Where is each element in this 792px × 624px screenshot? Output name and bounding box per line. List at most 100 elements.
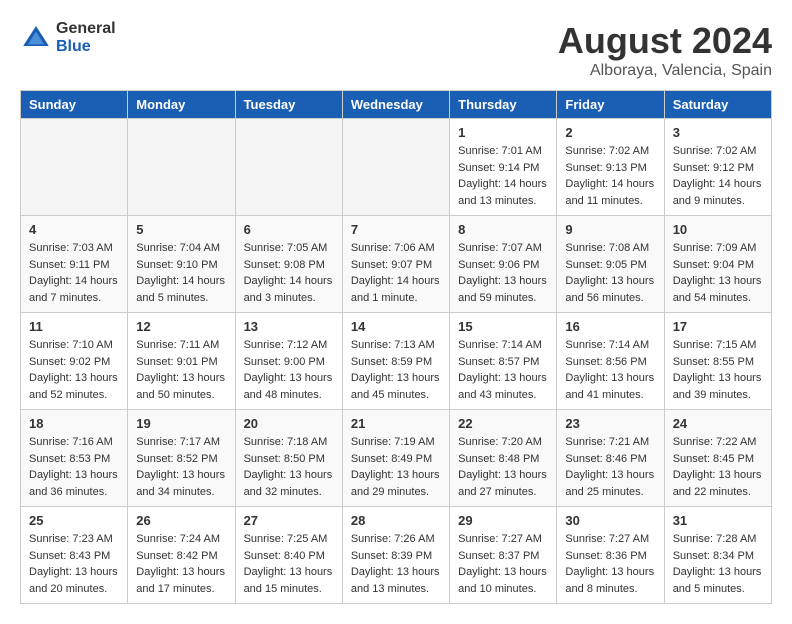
sunrise: Sunrise: 7:01 AM <box>458 145 542 157</box>
weekday-header: Tuesday <box>235 91 342 119</box>
sunrise: Sunrise: 7:11 AM <box>136 339 219 351</box>
calendar-cell: 4 Sunrise: 7:03 AM Sunset: 9:11 PM Dayli… <box>21 216 128 313</box>
sunset: Sunset: 9:02 PM <box>29 356 110 368</box>
daylight: Daylight: 13 hours and 13 minutes. <box>351 566 440 595</box>
sunrise: Sunrise: 7:28 AM <box>673 533 757 545</box>
day-info: Sunrise: 7:26 AM Sunset: 8:39 PM Dayligh… <box>351 531 441 597</box>
location: Alboraya, Valencia, Spain <box>558 62 772 80</box>
sunset: Sunset: 9:12 PM <box>673 162 754 174</box>
day-number: 8 <box>458 222 548 237</box>
calendar-cell: 25 Sunrise: 7:23 AM Sunset: 8:43 PM Dayl… <box>21 507 128 604</box>
day-number: 10 <box>673 222 763 237</box>
day-info: Sunrise: 7:15 AM Sunset: 8:55 PM Dayligh… <box>673 337 763 403</box>
day-number: 7 <box>351 222 441 237</box>
calendar-cell: 30 Sunrise: 7:27 AM Sunset: 8:36 PM Dayl… <box>557 507 664 604</box>
sunrise: Sunrise: 7:03 AM <box>29 242 113 254</box>
sunrise: Sunrise: 7:23 AM <box>29 533 113 545</box>
day-number: 20 <box>244 416 334 431</box>
logo-text: General Blue <box>56 20 116 55</box>
day-number: 19 <box>136 416 226 431</box>
sunset: Sunset: 8:36 PM <box>565 550 646 562</box>
sunset: Sunset: 8:40 PM <box>244 550 325 562</box>
day-info: Sunrise: 7:22 AM Sunset: 8:45 PM Dayligh… <box>673 434 763 500</box>
day-number: 9 <box>565 222 655 237</box>
sunrise: Sunrise: 7:10 AM <box>29 339 113 351</box>
sunset: Sunset: 8:55 PM <box>673 356 754 368</box>
calendar-cell: 10 Sunrise: 7:09 AM Sunset: 9:04 PM Dayl… <box>664 216 771 313</box>
daylight: Daylight: 13 hours and 32 minutes. <box>244 469 333 498</box>
calendar-cell: 15 Sunrise: 7:14 AM Sunset: 8:57 PM Dayl… <box>450 313 557 410</box>
sunrise: Sunrise: 7:13 AM <box>351 339 435 351</box>
day-number: 31 <box>673 513 763 528</box>
calendar-cell: 17 Sunrise: 7:15 AM Sunset: 8:55 PM Dayl… <box>664 313 771 410</box>
day-info: Sunrise: 7:21 AM Sunset: 8:46 PM Dayligh… <box>565 434 655 500</box>
sunset: Sunset: 8:37 PM <box>458 550 539 562</box>
sunrise: Sunrise: 7:04 AM <box>136 242 220 254</box>
day-number: 15 <box>458 319 548 334</box>
sunrise: Sunrise: 7:22 AM <box>673 436 757 448</box>
calendar-cell: 13 Sunrise: 7:12 AM Sunset: 9:00 PM Dayl… <box>235 313 342 410</box>
daylight: Daylight: 13 hours and 8 minutes. <box>565 566 654 595</box>
sunset: Sunset: 8:49 PM <box>351 453 432 465</box>
sunrise: Sunrise: 7:20 AM <box>458 436 542 448</box>
day-number: 23 <box>565 416 655 431</box>
day-number: 29 <box>458 513 548 528</box>
sunrise: Sunrise: 7:16 AM <box>29 436 113 448</box>
calendar-cell: 2 Sunrise: 7:02 AM Sunset: 9:13 PM Dayli… <box>557 119 664 216</box>
daylight: Daylight: 13 hours and 39 minutes. <box>673 372 762 401</box>
calendar-cell: 7 Sunrise: 7:06 AM Sunset: 9:07 PM Dayli… <box>342 216 449 313</box>
day-info: Sunrise: 7:14 AM Sunset: 8:56 PM Dayligh… <box>565 337 655 403</box>
day-info: Sunrise: 7:08 AM Sunset: 9:05 PM Dayligh… <box>565 240 655 306</box>
calendar-cell: 3 Sunrise: 7:02 AM Sunset: 9:12 PM Dayli… <box>664 119 771 216</box>
calendar-cell: 9 Sunrise: 7:08 AM Sunset: 9:05 PM Dayli… <box>557 216 664 313</box>
sunrise: Sunrise: 7:05 AM <box>244 242 328 254</box>
sunrise: Sunrise: 7:14 AM <box>458 339 542 351</box>
calendar-cell: 8 Sunrise: 7:07 AM Sunset: 9:06 PM Dayli… <box>450 216 557 313</box>
day-number: 26 <box>136 513 226 528</box>
daylight: Daylight: 13 hours and 41 minutes. <box>565 372 654 401</box>
sunrise: Sunrise: 7:14 AM <box>565 339 649 351</box>
sunrise: Sunrise: 7:08 AM <box>565 242 649 254</box>
day-number: 18 <box>29 416 119 431</box>
day-info: Sunrise: 7:20 AM Sunset: 8:48 PM Dayligh… <box>458 434 548 500</box>
day-number: 27 <box>244 513 334 528</box>
calendar-cell: 18 Sunrise: 7:16 AM Sunset: 8:53 PM Dayl… <box>21 410 128 507</box>
sunset: Sunset: 8:39 PM <box>351 550 432 562</box>
calendar-cell <box>342 119 449 216</box>
sunset: Sunset: 9:10 PM <box>136 259 217 271</box>
day-info: Sunrise: 7:24 AM Sunset: 8:42 PM Dayligh… <box>136 531 226 597</box>
sunset: Sunset: 9:08 PM <box>244 259 325 271</box>
day-info: Sunrise: 7:06 AM Sunset: 9:07 PM Dayligh… <box>351 240 441 306</box>
day-info: Sunrise: 7:14 AM Sunset: 8:57 PM Dayligh… <box>458 337 548 403</box>
sunrise: Sunrise: 7:02 AM <box>673 145 757 157</box>
title-block: August 2024 Alboraya, Valencia, Spain <box>558 20 772 80</box>
page-header: General Blue August 2024 Alboraya, Valen… <box>20 20 772 80</box>
day-info: Sunrise: 7:25 AM Sunset: 8:40 PM Dayligh… <box>244 531 334 597</box>
day-number: 22 <box>458 416 548 431</box>
sunset: Sunset: 8:57 PM <box>458 356 539 368</box>
day-number: 14 <box>351 319 441 334</box>
weekday-header: Saturday <box>664 91 771 119</box>
day-number: 21 <box>351 416 441 431</box>
sunset: Sunset: 9:06 PM <box>458 259 539 271</box>
sunrise: Sunrise: 7:07 AM <box>458 242 542 254</box>
calendar-cell: 23 Sunrise: 7:21 AM Sunset: 8:46 PM Dayl… <box>557 410 664 507</box>
sunrise: Sunrise: 7:25 AM <box>244 533 328 545</box>
calendar-cell: 6 Sunrise: 7:05 AM Sunset: 9:08 PM Dayli… <box>235 216 342 313</box>
daylight: Daylight: 13 hours and 34 minutes. <box>136 469 225 498</box>
sunset: Sunset: 9:05 PM <box>565 259 646 271</box>
daylight: Daylight: 13 hours and 17 minutes. <box>136 566 225 595</box>
weekday-header: Thursday <box>450 91 557 119</box>
daylight: Daylight: 14 hours and 13 minutes. <box>458 178 547 207</box>
sunset: Sunset: 9:07 PM <box>351 259 432 271</box>
month-title: August 2024 <box>558 20 772 62</box>
logo-icon <box>20 22 52 54</box>
daylight: Daylight: 13 hours and 45 minutes. <box>351 372 440 401</box>
daylight: Daylight: 13 hours and 25 minutes. <box>565 469 654 498</box>
day-info: Sunrise: 7:02 AM Sunset: 9:13 PM Dayligh… <box>565 143 655 209</box>
daylight: Daylight: 13 hours and 56 minutes. <box>565 275 654 304</box>
sunset: Sunset: 8:43 PM <box>29 550 110 562</box>
day-info: Sunrise: 7:10 AM Sunset: 9:02 PM Dayligh… <box>29 337 119 403</box>
logo-general: General <box>56 20 116 38</box>
sunrise: Sunrise: 7:15 AM <box>673 339 757 351</box>
